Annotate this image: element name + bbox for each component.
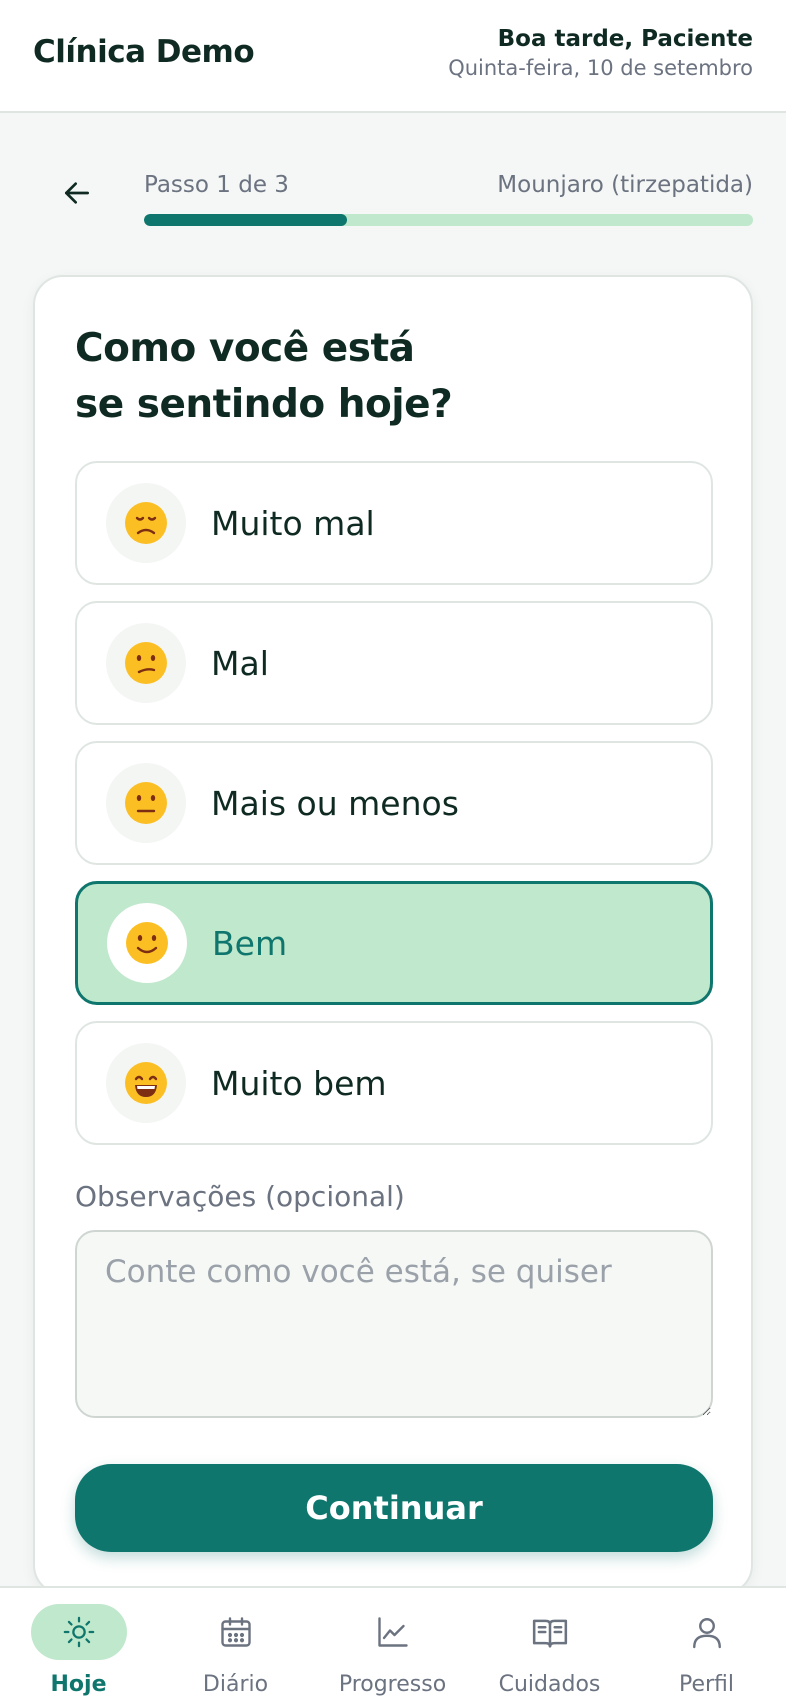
- question-title: Como você está se sentindo hoje?: [75, 321, 635, 433]
- step-counter: Passo 1 de 3: [144, 172, 289, 198]
- step-progress: Passo 1 de 3 Mounjaro (tirzepatida): [0, 160, 786, 230]
- nav-label: Diário: [202, 1672, 269, 1697]
- sad-face-icon: [106, 483, 186, 563]
- bottom-navigation: Hoje Diário Progresso Cuidados Perfil: [0, 1586, 786, 1704]
- notes-textarea[interactable]: [75, 1230, 713, 1418]
- question-line-1: Como você está: [75, 326, 415, 371]
- calendar-icon: [188, 1604, 284, 1660]
- nav-item-diario[interactable]: Diário: [157, 1588, 314, 1704]
- nav-label: Hoje: [50, 1672, 107, 1697]
- mood-options: Muito mal Mal Mais ou menos Bem Muito be…: [75, 461, 713, 1161]
- nav-label: Progresso: [338, 1672, 447, 1697]
- mood-option-muito-mal[interactable]: Muito mal: [75, 461, 713, 585]
- greeting-block: Boa tarde, Paciente Quinta-feira, 10 de …: [448, 26, 753, 80]
- arrow-left-icon: [65, 182, 89, 204]
- progress-bar: [144, 214, 753, 226]
- chart-line-icon: [345, 1604, 441, 1660]
- mood-option-label: Bem: [212, 923, 288, 963]
- continue-button[interactable]: Continuar: [75, 1464, 713, 1552]
- nav-item-hoje[interactable]: Hoje: [0, 1588, 157, 1704]
- medication-name: Mounjaro (tirzepatida): [497, 172, 753, 198]
- grinning-face-icon: [106, 1043, 186, 1123]
- user-icon: [659, 1604, 755, 1660]
- nav-label: Cuidados: [498, 1672, 601, 1697]
- mood-option-label: Mal: [211, 643, 269, 683]
- neutral-face-icon: [106, 763, 186, 843]
- nav-label: Perfil: [678, 1672, 735, 1697]
- brand-name: Clínica Demo: [33, 34, 255, 70]
- mood-option-mais-ou-menos[interactable]: Mais ou menos: [75, 741, 713, 865]
- nav-item-cuidados[interactable]: Cuidados: [471, 1588, 628, 1704]
- nav-item-perfil[interactable]: Perfil: [628, 1588, 785, 1704]
- question-line-2: se sentindo hoje?: [75, 382, 453, 427]
- app-header: Clínica Demo Boa tarde, Paciente Quinta-…: [0, 0, 786, 113]
- mood-option-label: Muito mal: [211, 503, 375, 543]
- book-open-icon: [502, 1604, 598, 1660]
- confused-face-icon: [106, 623, 186, 703]
- greeting-text: Boa tarde, Paciente: [497, 26, 753, 52]
- slight-smile-icon: [107, 903, 187, 983]
- back-button[interactable]: [54, 170, 100, 216]
- mood-option-bem[interactable]: Bem: [75, 881, 713, 1005]
- mood-option-muito-bem[interactable]: Muito bem: [75, 1021, 713, 1145]
- current-date: Quinta-feira, 10 de setembro: [448, 56, 753, 80]
- mood-checkin-card: Como você está se sentindo hoje? Muito m…: [33, 275, 753, 1595]
- sun-icon: [30, 1604, 127, 1660]
- mood-option-mal[interactable]: Mal: [75, 601, 713, 725]
- nav-item-progresso[interactable]: Progresso: [314, 1588, 471, 1704]
- mood-option-label: Muito bem: [211, 1063, 387, 1103]
- notes-label: Observações (opcional): [75, 1180, 405, 1213]
- mood-option-label: Mais ou menos: [211, 783, 459, 823]
- progress-bar-fill: [144, 214, 347, 226]
